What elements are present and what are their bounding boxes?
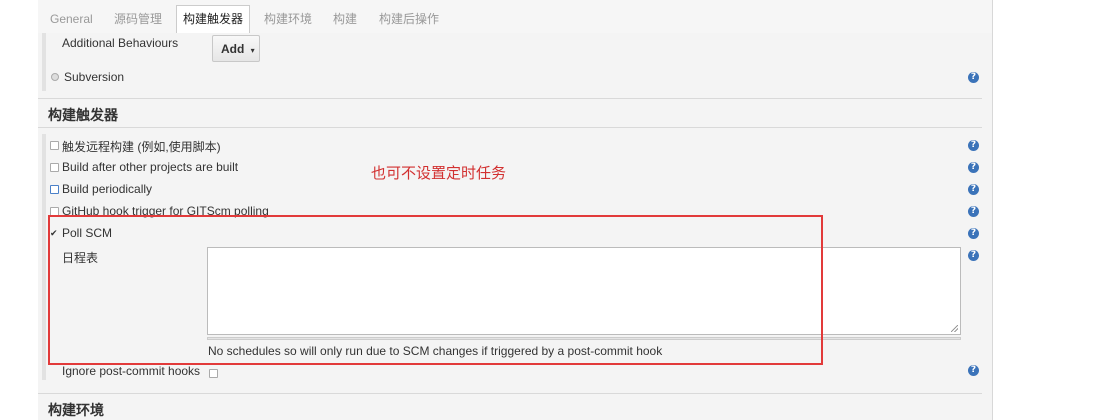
github-hook-label: GitHub hook trigger for GITScm polling [62, 204, 269, 218]
add-button[interactable]: Add ▾ [212, 35, 260, 62]
resize-grip-icon[interactable] [951, 325, 958, 332]
schedule-textarea[interactable] [207, 247, 961, 335]
build-after-checkbox[interactable] [50, 163, 59, 172]
section-divider [38, 127, 982, 128]
section-divider [38, 98, 982, 99]
textarea-expand-handle[interactable] [207, 337, 961, 340]
ignore-post-commit-checkbox[interactable] [209, 369, 218, 378]
ignore-post-commit-label: Ignore post-commit hooks [62, 364, 201, 378]
github-hook-checkbox[interactable] [50, 207, 59, 216]
tab-build-environment[interactable]: 构建环境 [258, 6, 318, 32]
subversion-radio[interactable] [51, 73, 59, 81]
indent-strip [42, 134, 46, 380]
help-icon[interactable]: ? [968, 250, 979, 261]
help-icon[interactable]: ? [968, 140, 979, 151]
remote-trigger-checkbox[interactable] [50, 141, 59, 150]
subversion-label: Subversion [64, 70, 125, 84]
add-button-label: Add [221, 42, 245, 56]
help-icon[interactable]: ? [968, 184, 979, 195]
tab-source-control[interactable]: 源码管理 [108, 6, 168, 32]
poll-scm-label: Poll SCM [62, 226, 113, 240]
help-icon[interactable]: ? [968, 365, 979, 376]
build-environment-title: 构建环境 [48, 402, 104, 418]
tab-general[interactable]: General [44, 6, 99, 32]
help-icon[interactable]: ? [968, 162, 979, 173]
schedule-hint: No schedules so will only run due to SCM… [208, 344, 663, 358]
tab-bar: General 源码管理 构建触发器 构建环境 构建 构建后操作 [38, 0, 993, 34]
help-icon[interactable]: ? [968, 72, 979, 83]
build-triggers-title: 构建触发器 [48, 107, 118, 123]
help-icon[interactable]: ? [968, 228, 979, 239]
build-periodically-checkbox[interactable] [50, 185, 59, 194]
remote-trigger-label: 触发远程构建 (例如,使用脚本) [62, 140, 221, 154]
tab-post-build[interactable]: 构建后操作 [373, 6, 445, 32]
build-after-label: Build after other projects are built [62, 160, 239, 174]
help-icon[interactable]: ? [968, 206, 979, 217]
poll-scm-checkbox[interactable]: ✔ [50, 229, 58, 238]
config-panel [38, 33, 993, 420]
annotation-text: 也可不设置定时任务 [371, 164, 507, 182]
chevron-down-icon: ▾ [250, 46, 255, 55]
tab-build[interactable]: 构建 [327, 6, 363, 32]
tab-build-triggers[interactable]: 构建触发器 [176, 5, 251, 34]
build-periodically-label: Build periodically [62, 182, 153, 196]
section-divider [38, 393, 982, 394]
additional-behaviours-label: Additional Behaviours [62, 36, 179, 50]
indent-strip [42, 33, 46, 91]
schedule-label: 日程表 [62, 251, 99, 265]
